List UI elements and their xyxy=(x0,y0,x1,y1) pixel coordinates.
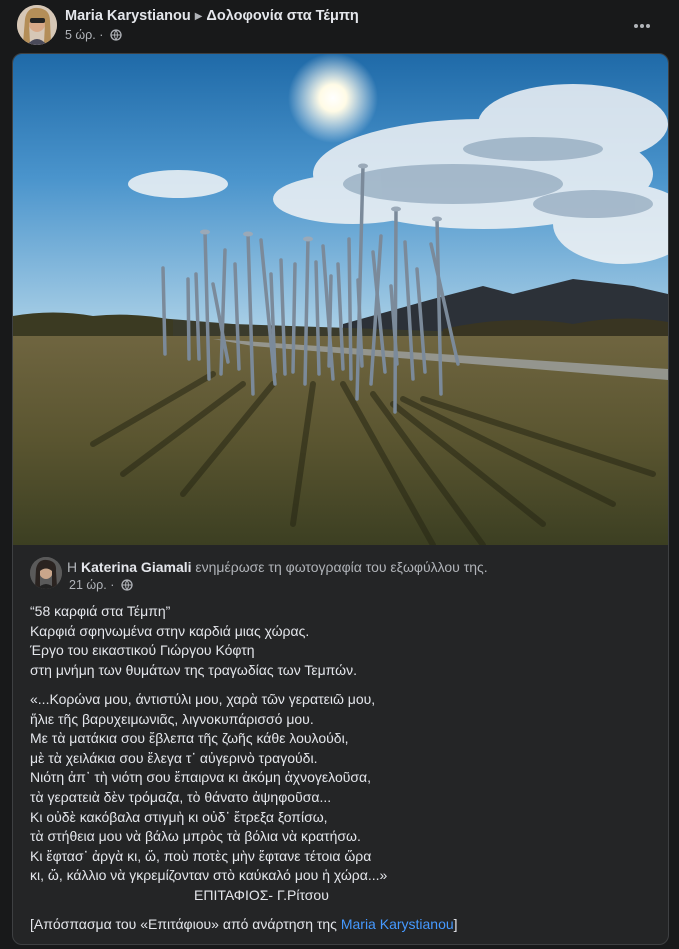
sharer-avatar[interactable] xyxy=(30,557,62,589)
poem-line: ἥλιε τῆς βαρυχειμωνιᾶς, λιγνοκυπάρισσό μ… xyxy=(30,710,314,727)
sharer-name[interactable]: Katerina Giamali xyxy=(81,559,192,575)
poem-line: «...Κορώνα μου, άντιστύλι μου, χαρὰ τῶν … xyxy=(30,691,376,707)
caption-line: Έργο του εικαστικού Γιώργου Κόφτη xyxy=(30,642,255,659)
author-avatar[interactable] xyxy=(17,5,57,45)
poem-line: Με τὰ ματάκια σου ἔβλεπα τῆς ζωῆς κάθε λ… xyxy=(30,730,349,747)
globe-icon xyxy=(121,579,133,594)
share-action: ενημέρωσε τη φωτογραφία του εξωφύλλου τη… xyxy=(195,559,488,575)
poem-signature: ΕΠΙΤΑΦΙΟΣ- Γ.Ρίτσου xyxy=(194,886,329,903)
author-link[interactable]: Maria Karystianou xyxy=(341,916,454,932)
caret-right-icon: ▶ xyxy=(194,11,203,22)
share-time[interactable]: 21 ώρ. · xyxy=(69,578,114,592)
more-options-button[interactable] xyxy=(628,12,656,40)
post-title: Maria Karystianou ▶ Δολοφονία στα Τέμπη xyxy=(65,8,359,24)
poem-line: τὰ στήθεια μου νὰ βάλω μπρὸς τὰ βόλια νὰ… xyxy=(30,828,361,845)
poem-line: Νιότη ἀπ᾽ τὴ νιότη σου ἔπαιρνα κι ἀκόμη … xyxy=(30,769,372,786)
caption-line: στη μνήμη των θυμάτων της τραγωδίας των … xyxy=(30,661,357,678)
poem-line: τὰ γερατειὰ δὲν τρόμαζα, τὸ θάνατο ἀψηφο… xyxy=(30,788,332,805)
cover-photo[interactable] xyxy=(13,54,668,548)
ellipsis-icon xyxy=(634,24,650,28)
poem-text: «...Κορώνα μου, άντιστύλι μου, χαρὰ τῶν … xyxy=(30,690,387,906)
poem-line: μὲ τὰ χειλάκια σου ἔλεγα τ᾽ αὐγερινὸ τρα… xyxy=(30,749,318,766)
group-name[interactable]: Δολοφονία στα Τέμπη xyxy=(206,8,358,24)
caption-intro: “58 καρφιά στα Τέμπη” Καρφιά σφηνωμένα σ… xyxy=(30,602,357,680)
share-meta: 21 ώρ. · xyxy=(69,578,133,594)
poem-line: κι, ὤ, κάλλιο νὰ γκρεμίζονταν στὸ καύκαλ… xyxy=(30,867,388,884)
globe-icon xyxy=(110,29,122,44)
footer-text: [Απόσπασμα του «Επιτάφιου» από ανάρτηση … xyxy=(30,916,337,932)
caption-footer: [Απόσπασμα του «Επιτάφιου» από ανάρτηση … xyxy=(30,915,458,935)
post-time[interactable]: 5 ώρ. · xyxy=(65,28,103,42)
caption-line: “58 καρφιά στα Τέμπη” xyxy=(30,603,171,619)
post-meta: 5 ώρ. · xyxy=(65,28,122,44)
share-prefix: Η xyxy=(67,559,78,575)
poem-line: Κι ἔφτασ᾽ ἀργὰ κι, ὤ, ποὺ ποτὲς μὴν ἔφτα… xyxy=(30,847,372,864)
poem-line: Κι οὐδὲ κακόβαλα στιγμὴ κι οὐδ᾽ ἔτρεξα ξ… xyxy=(30,808,328,825)
post-header: Maria Karystianou ▶ Δολοφονία στα Τέμπη 5 … xyxy=(0,0,679,50)
author-name[interactable]: Maria Karystianou xyxy=(65,8,191,24)
footer-bracket: ] xyxy=(453,916,458,932)
caption-line: Καρφιά σφηνωμένα στην καρδιά μιας χώρας. xyxy=(30,622,310,639)
share-notice: Η Katerina Giamali ενημέρωσε τη φωτογραφ… xyxy=(67,559,488,575)
